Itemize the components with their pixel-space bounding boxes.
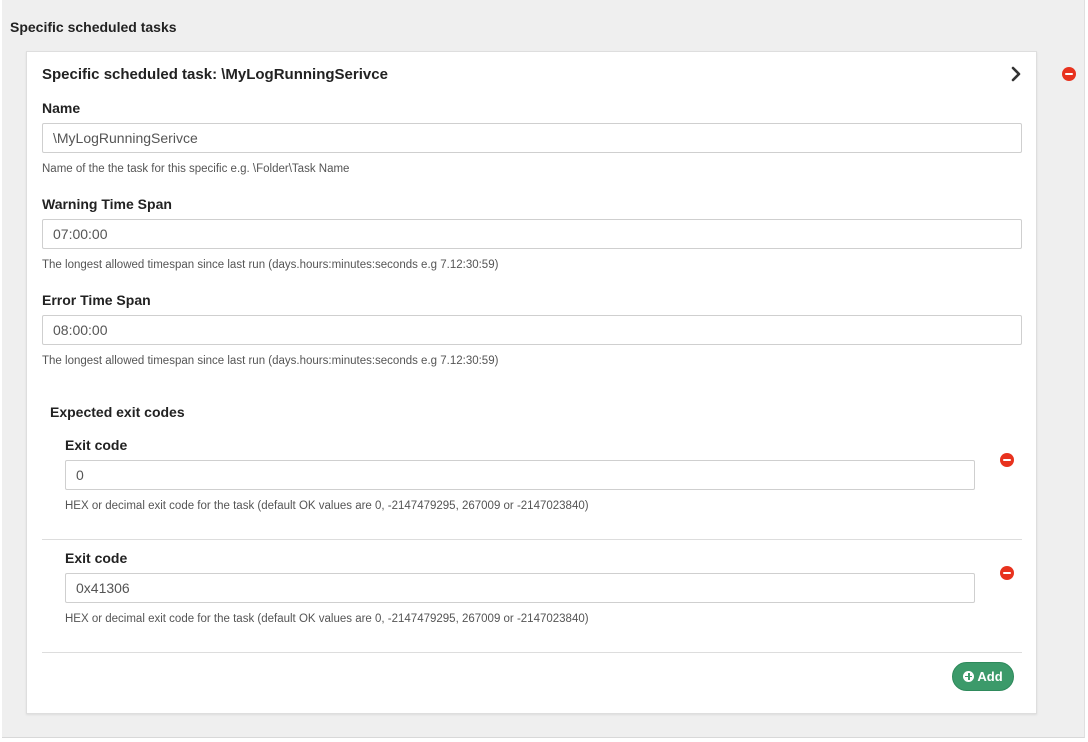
exit-code-divider [42,652,1022,653]
error-time-span-help: The longest allowed timespan since last … [42,355,499,367]
plus-circle-icon [963,671,975,682]
error-time-span-label: Error Time Span [42,292,151,308]
warning-time-span-input[interactable] [42,219,1022,249]
warning-time-span-help: The longest allowed timespan since last … [42,259,499,271]
name-help: Name of the the task for this specific e… [42,163,350,175]
exit-code-help: HEX or decimal exit code for the task (d… [65,500,589,512]
warning-time-span-label: Warning Time Span [42,196,172,212]
exit-code-input[interactable] [65,460,975,490]
add-button-label: Add [977,669,1003,684]
remove-task-icon[interactable] [1062,67,1076,81]
chevron-right-icon[interactable] [1009,66,1023,82]
exit-code-help: HEX or decimal exit code for the task (d… [65,613,589,625]
exit-code-input[interactable] [65,573,975,603]
error-time-span-input[interactable] [42,315,1022,345]
name-label: Name [42,100,81,116]
exit-code-divider [42,539,1022,540]
expected-exit-codes-title: Expected exit codes [50,404,185,420]
remove-exit-code-icon[interactable] [1000,566,1014,580]
exit-code-label: Exit code [65,550,128,566]
name-input[interactable] [42,123,1022,153]
section-title: Specific scheduled tasks [10,19,177,35]
remove-exit-code-icon[interactable] [1000,453,1014,467]
add-exit-code-button[interactable]: Add [952,662,1014,691]
exit-code-label: Exit code [65,437,128,453]
task-title: Specific scheduled task: \MyLogRunningSe… [42,66,388,83]
